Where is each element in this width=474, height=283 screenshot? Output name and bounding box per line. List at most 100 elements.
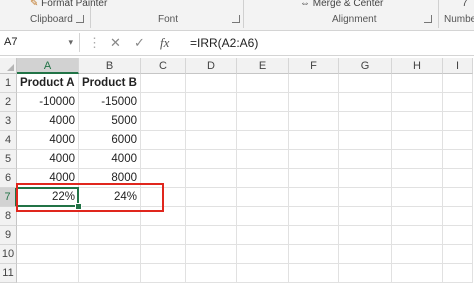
cell-i5[interactable] [443,150,473,169]
cell-f5[interactable] [289,150,339,169]
column-header-a[interactable]: A [17,58,79,74]
cell-b5[interactable]: 4000 [79,150,141,169]
cell-d3[interactable] [186,112,237,131]
row-header-9[interactable]: 9 [0,226,17,245]
cell-h9[interactable] [392,226,443,245]
cell-d1[interactable] [186,74,237,93]
cell-d9[interactable] [186,226,237,245]
cell-b7[interactable]: 24% [79,188,141,207]
cell-e8[interactable] [237,207,289,226]
cell-h2[interactable] [392,93,443,112]
cell-b6[interactable]: 8000 [79,169,141,188]
cell-g2[interactable] [339,93,392,112]
cell-g4[interactable] [339,131,392,150]
cell-a2[interactable]: -10000 [17,93,79,112]
cell-g8[interactable] [339,207,392,226]
cell-h11[interactable] [392,264,443,283]
cell-h4[interactable] [392,131,443,150]
cell-d4[interactable] [186,131,237,150]
row-header-8[interactable]: 8 [0,207,17,226]
cell-i6[interactable] [443,169,473,188]
column-header-c[interactable]: C [141,58,186,74]
format-painter-button[interactable]: ✎ Format Painter [30,0,107,9]
cell-e9[interactable] [237,226,289,245]
cell-a4[interactable]: 4000 [17,131,79,150]
cell-d7[interactable] [186,188,237,207]
cell-d11[interactable] [186,264,237,283]
cell-h8[interactable] [392,207,443,226]
column-header-b[interactable]: B [79,58,141,74]
cell-f2[interactable] [289,93,339,112]
alignment-launcher-icon[interactable] [424,15,432,23]
cell-g9[interactable] [339,226,392,245]
cell-h3[interactable] [392,112,443,131]
select-all-button[interactable] [0,58,17,74]
cell-i11[interactable] [443,264,473,283]
cell-e11[interactable] [237,264,289,283]
cell-a8[interactable] [17,207,79,226]
cell-f11[interactable] [289,264,339,283]
cell-f4[interactable] [289,131,339,150]
cell-c3[interactable] [141,112,186,131]
cell-a3[interactable]: 4000 [17,112,79,131]
cell-e6[interactable] [237,169,289,188]
cell-g3[interactable] [339,112,392,131]
cell-g7[interactable] [339,188,392,207]
insert-function-icon[interactable]: fx [160,35,169,51]
cell-i8[interactable] [443,207,473,226]
cell-i1[interactable] [443,74,473,93]
cell-e4[interactable] [237,131,289,150]
cell-f1[interactable] [289,74,339,93]
cell-c6[interactable] [141,169,186,188]
row-header-5[interactable]: 5 [0,150,17,169]
cell-d6[interactable] [186,169,237,188]
column-header-f[interactable]: F [289,58,339,74]
cell-f9[interactable] [289,226,339,245]
cell-d2[interactable] [186,93,237,112]
enter-icon[interactable]: ✓ [134,35,145,51]
cell-a1[interactable]: Product A [17,74,79,93]
cell-c11[interactable] [141,264,186,283]
cell-h6[interactable] [392,169,443,188]
row-header-1[interactable]: 1 [0,74,17,93]
column-header-e[interactable]: E [237,58,289,74]
cell-e2[interactable] [237,93,289,112]
cell-c5[interactable] [141,150,186,169]
cell-i9[interactable] [443,226,473,245]
column-header-g[interactable]: G [339,58,392,74]
row-header-6[interactable]: 6 [0,169,17,188]
cell-f8[interactable] [289,207,339,226]
cell-i2[interactable] [443,93,473,112]
cell-f6[interactable] [289,169,339,188]
cell-f3[interactable] [289,112,339,131]
cell-f7[interactable] [289,188,339,207]
cell-a5[interactable]: 4000 [17,150,79,169]
cell-i4[interactable] [443,131,473,150]
cell-e1[interactable] [237,74,289,93]
column-header-i[interactable]: I [443,58,473,74]
cell-b3[interactable]: 5000 [79,112,141,131]
cell-a9[interactable] [17,226,79,245]
cell-b2[interactable]: -15000 [79,93,141,112]
cell-c9[interactable] [141,226,186,245]
formula-input[interactable]: =IRR(A2:A6) [190,35,258,51]
name-box[interactable]: A7 ▾ [0,33,80,52]
cell-d5[interactable] [186,150,237,169]
column-header-d[interactable]: D [186,58,237,74]
cell-c8[interactable] [141,207,186,226]
cell-c1[interactable] [141,74,186,93]
cell-h7[interactable] [392,188,443,207]
cancel-icon[interactable]: ✕ [110,35,121,51]
font-launcher-icon[interactable] [232,15,240,23]
cell-a7[interactable]: 22% [17,188,79,207]
cell-d8[interactable] [186,207,237,226]
cell-g11[interactable] [339,264,392,283]
cell-i7[interactable] [443,188,473,207]
cell-h5[interactable] [392,150,443,169]
cell-a6[interactable]: 4000 [17,169,79,188]
chevron-down-icon[interactable]: ▾ [68,33,73,52]
cell-e5[interactable] [237,150,289,169]
cell-i3[interactable] [443,112,473,131]
row-header-11[interactable]: 11 [0,264,17,283]
row-header-3[interactable]: 3 [0,112,17,131]
